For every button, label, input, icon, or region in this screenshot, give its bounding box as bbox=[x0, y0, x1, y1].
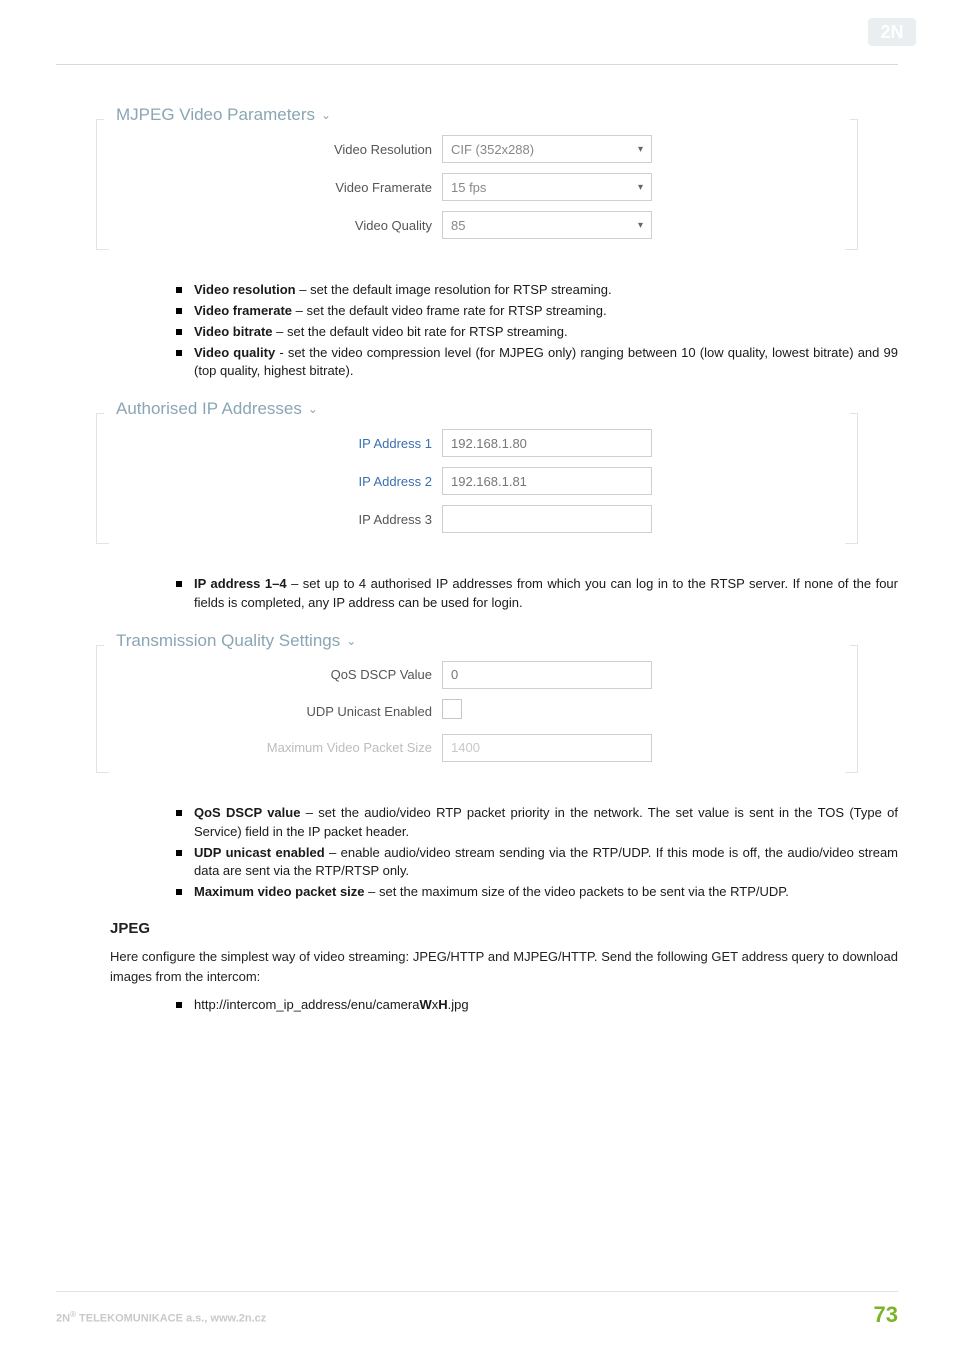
chevron-down-icon: ⌄ bbox=[321, 108, 331, 122]
video-framerate-value: 15 fps bbox=[451, 180, 486, 195]
udp-unicast-label: UDP Unicast Enabled bbox=[112, 704, 442, 719]
video-framerate-select[interactable]: 15 fps ▾ bbox=[442, 173, 652, 201]
max-packet-size-input: 1400 bbox=[442, 734, 652, 762]
bullet-video-quality: Video quality - set the video compressio… bbox=[176, 344, 898, 382]
logo-2n-icon: 2N bbox=[868, 18, 916, 46]
ip-address-2-value: 192.168.1.81 bbox=[451, 474, 527, 489]
jpeg-url-item: http://intercom_ip_address/enu/cameraWxH… bbox=[176, 996, 898, 1015]
bullet-udp-unicast: UDP unicast enabled – enable audio/video… bbox=[176, 844, 898, 882]
qos-dscp-input[interactable]: 0 bbox=[442, 661, 652, 689]
video-resolution-label: Video Resolution bbox=[112, 142, 442, 157]
jpeg-paragraph: Here configure the simplest way of video… bbox=[110, 947, 898, 986]
video-quality-label: Video Quality bbox=[112, 218, 442, 233]
jpeg-url-list: http://intercom_ip_address/enu/cameraWxH… bbox=[56, 996, 898, 1015]
page-number: 73 bbox=[874, 1302, 898, 1328]
authip-bullets: IP address 1–4 – set up to 4 authorised … bbox=[56, 575, 898, 613]
ip-address-3-input[interactable] bbox=[442, 505, 652, 533]
tqs-bullets: QoS DSCP value – set the audio/video RTP… bbox=[56, 804, 898, 902]
chevron-down-icon: ⌄ bbox=[308, 402, 318, 416]
authorised-ip-group: Authorised IP Addresses ⌄ IP Address 1 1… bbox=[96, 399, 858, 557]
header-divider bbox=[56, 64, 898, 65]
ip-address-1-input[interactable]: 192.168.1.80 bbox=[442, 429, 652, 457]
udp-unicast-checkbox[interactable] bbox=[442, 699, 462, 719]
jpeg-heading: JPEG bbox=[110, 920, 898, 937]
bullet-ip-address: IP address 1–4 – set up to 4 authorised … bbox=[176, 575, 898, 613]
qos-dscp-value: 0 bbox=[451, 667, 458, 682]
bullet-video-bitrate: Video bitrate – set the default video bi… bbox=[176, 323, 898, 342]
mjpeg-legend-text: MJPEG Video Parameters bbox=[116, 105, 315, 125]
mjpeg-legend[interactable]: MJPEG Video Parameters ⌄ bbox=[114, 105, 337, 125]
bullet-max-packet: Maximum video packet size – set the maxi… bbox=[176, 883, 898, 902]
max-packet-size-label: Maximum Video Packet Size bbox=[112, 740, 442, 755]
video-quality-value: 85 bbox=[451, 218, 465, 233]
max-packet-size-value: 1400 bbox=[451, 740, 480, 755]
authip-legend-text: Authorised IP Addresses bbox=[116, 399, 302, 419]
video-resolution-select[interactable]: CIF (352x288) ▾ bbox=[442, 135, 652, 163]
tqs-legend-text: Transmission Quality Settings bbox=[116, 631, 340, 651]
mjpeg-video-parameters-group: MJPEG Video Parameters ⌄ Video Resolutio… bbox=[96, 105, 858, 263]
video-resolution-value: CIF (352x288) bbox=[451, 142, 534, 157]
ip-address-1-value: 192.168.1.80 bbox=[451, 436, 527, 451]
ip-address-2-label[interactable]: IP Address 2 bbox=[112, 474, 442, 489]
transmission-quality-group: Transmission Quality Settings ⌄ QoS DSCP… bbox=[96, 631, 858, 786]
mjpeg-bullets: Video resolution – set the default image… bbox=[56, 281, 898, 381]
chevron-down-icon: ⌄ bbox=[346, 634, 356, 648]
ip-address-1-label[interactable]: IP Address 1 bbox=[112, 436, 442, 451]
ip-address-3-label: IP Address 3 bbox=[112, 512, 442, 527]
video-framerate-label: Video Framerate bbox=[112, 180, 442, 195]
qos-dscp-label: QoS DSCP Value bbox=[112, 667, 442, 682]
ip-address-2-input[interactable]: 192.168.1.81 bbox=[442, 467, 652, 495]
caret-down-icon: ▾ bbox=[638, 144, 643, 155]
bullet-qos-dscp: QoS DSCP value – set the audio/video RTP… bbox=[176, 804, 898, 842]
video-quality-select[interactable]: 85 ▾ bbox=[442, 211, 652, 239]
tqs-legend[interactable]: Transmission Quality Settings ⌄ bbox=[114, 631, 362, 651]
svg-text:2N: 2N bbox=[880, 22, 903, 42]
caret-down-icon: ▾ bbox=[638, 220, 643, 231]
bullet-video-framerate: Video framerate – set the default video … bbox=[176, 302, 898, 321]
bullet-video-resolution: Video resolution – set the default image… bbox=[176, 281, 898, 300]
footer-company: 2N® TELEKOMUNIKACE a.s., www.2n.cz bbox=[56, 1310, 266, 1325]
authip-legend[interactable]: Authorised IP Addresses ⌄ bbox=[114, 399, 324, 419]
caret-down-icon: ▾ bbox=[638, 182, 643, 193]
page-footer: 2N® TELEKOMUNIKACE a.s., www.2n.cz 73 bbox=[56, 1291, 898, 1328]
brand-logo: 2N bbox=[868, 18, 916, 51]
